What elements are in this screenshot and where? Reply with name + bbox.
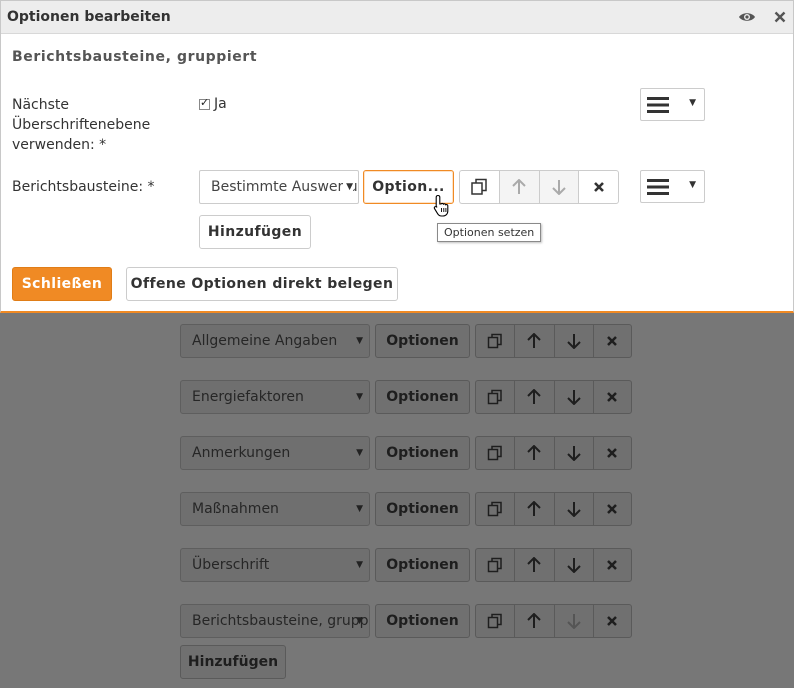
delete-icon[interactable] — [592, 492, 632, 526]
arrow-down-icon — [553, 604, 593, 638]
module-select[interactable]: Anmerkungen ▼ — [180, 436, 370, 470]
options-button[interactable]: Optionen — [375, 548, 470, 582]
delete-icon[interactable] — [592, 380, 632, 414]
row-actions — [475, 604, 632, 638]
arrow-up-icon — [498, 170, 539, 204]
row-actions — [475, 548, 632, 582]
list-item: Berichtsbausteine, gruppiert▼ Optionen — [180, 604, 632, 638]
chevron-down-icon: ▼ — [356, 504, 363, 514]
copy-icon[interactable] — [475, 492, 515, 526]
row-actions — [475, 324, 632, 358]
section-heading: Berichtsbausteine, gruppiert — [12, 49, 258, 65]
delete-icon[interactable] — [578, 170, 619, 204]
chevron-down-icon: ▼ — [689, 180, 696, 190]
arrow-up-icon[interactable] — [514, 324, 554, 358]
close-icon[interactable] — [770, 7, 790, 27]
open-options-button[interactable]: Offene Optionen direkt belegen — [126, 267, 398, 301]
delete-icon[interactable] — [592, 324, 632, 358]
chevron-down-icon: ▼ — [356, 560, 363, 570]
chevron-down-icon: ▼ — [356, 448, 363, 458]
list-item: Maßnahmen ▼ Optionen — [180, 492, 632, 526]
hamburger-icon — [647, 96, 669, 113]
chevron-down-icon: ▼ — [343, 171, 353, 203]
module-select[interactable]: Maßnahmen ▼ — [180, 492, 370, 526]
delete-icon[interactable] — [592, 604, 632, 638]
arrow-up-icon[interactable] — [514, 380, 554, 414]
copy-icon[interactable] — [459, 170, 499, 204]
dialog-title: Optionen bearbeiten — [7, 9, 171, 25]
delete-icon[interactable] — [592, 548, 632, 582]
chevron-down-icon: ▼ — [356, 392, 363, 402]
chevron-down-icon: ▼ — [356, 616, 363, 626]
arrow-down-icon[interactable] — [553, 492, 593, 526]
options-button[interactable]: Optionen — [375, 380, 470, 414]
row-actions — [475, 436, 632, 470]
chevron-down-icon: ▼ — [356, 336, 363, 346]
delete-icon[interactable] — [592, 436, 632, 470]
copy-icon[interactable] — [475, 380, 515, 414]
arrow-up-icon[interactable] — [514, 604, 554, 638]
modules-label: Berichtsbausteine: * — [12, 179, 155, 195]
eye-icon[interactable] — [737, 7, 757, 27]
add-button[interactable]: Hinzufügen — [180, 645, 286, 679]
hand-cursor-icon — [433, 194, 449, 217]
copy-icon[interactable] — [475, 604, 515, 638]
row-actions — [475, 492, 632, 526]
arrow-down-icon — [538, 170, 579, 204]
checkbox-label: Ja — [214, 96, 227, 112]
module-select[interactable]: Überschrift ▼ — [180, 548, 370, 582]
arrow-down-icon[interactable] — [553, 324, 593, 358]
close-button[interactable]: Schließen — [12, 267, 112, 301]
module-select[interactable]: Energiefaktoren ▼ — [180, 380, 370, 414]
arrow-down-icon[interactable] — [553, 380, 593, 414]
copy-icon[interactable] — [475, 436, 515, 470]
next-heading-checkbox[interactable]: Ja — [199, 96, 227, 112]
modules-select[interactable]: Bestimmte Auswertungen ▼ — [199, 170, 359, 204]
options-button[interactable]: Optionen — [375, 492, 470, 526]
arrow-up-icon[interactable] — [514, 548, 554, 582]
next-heading-label: Nächste Überschriftenebene verwenden: * — [12, 97, 151, 153]
list-item: Allgemeine Angaben ▼ Optionen — [180, 324, 632, 358]
list-item: Energiefaktoren ▼ Optionen — [180, 380, 632, 414]
chevron-down-icon: ▼ — [689, 98, 696, 108]
list-item: Überschrift ▼ Optionen — [180, 548, 632, 582]
copy-icon[interactable] — [475, 324, 515, 358]
hamburger-icon — [647, 178, 669, 195]
checkbox-checked-icon[interactable] — [199, 96, 210, 110]
tooltip: Optionen setzen — [437, 223, 542, 242]
dialog-titlebar: Optionen bearbeiten — [1, 1, 793, 34]
arrow-up-icon[interactable] — [514, 492, 554, 526]
options-button[interactable]: Optionen — [375, 436, 470, 470]
row-menu-button[interactable]: ▼ — [640, 88, 705, 121]
arrow-up-icon[interactable] — [514, 436, 554, 470]
list-item: Anmerkungen ▼ Optionen — [180, 436, 632, 470]
row-actions — [459, 170, 619, 204]
options-dialog: Optionen bearbeiten Berichtsbausteine, g… — [0, 0, 794, 313]
options-button[interactable]: Optionen — [375, 604, 470, 638]
row-actions — [475, 380, 632, 414]
options-button[interactable]: Optionen — [375, 324, 470, 358]
row-menu-button[interactable]: ▼ — [640, 170, 705, 203]
add-button[interactable]: Hinzufügen — [199, 215, 311, 249]
arrow-down-icon[interactable] — [553, 436, 593, 470]
arrow-down-icon[interactable] — [553, 548, 593, 582]
module-select[interactable]: Allgemeine Angaben ▼ — [180, 324, 370, 358]
copy-icon[interactable] — [475, 548, 515, 582]
module-select[interactable]: Berichtsbausteine, gruppiert▼ — [180, 604, 370, 638]
